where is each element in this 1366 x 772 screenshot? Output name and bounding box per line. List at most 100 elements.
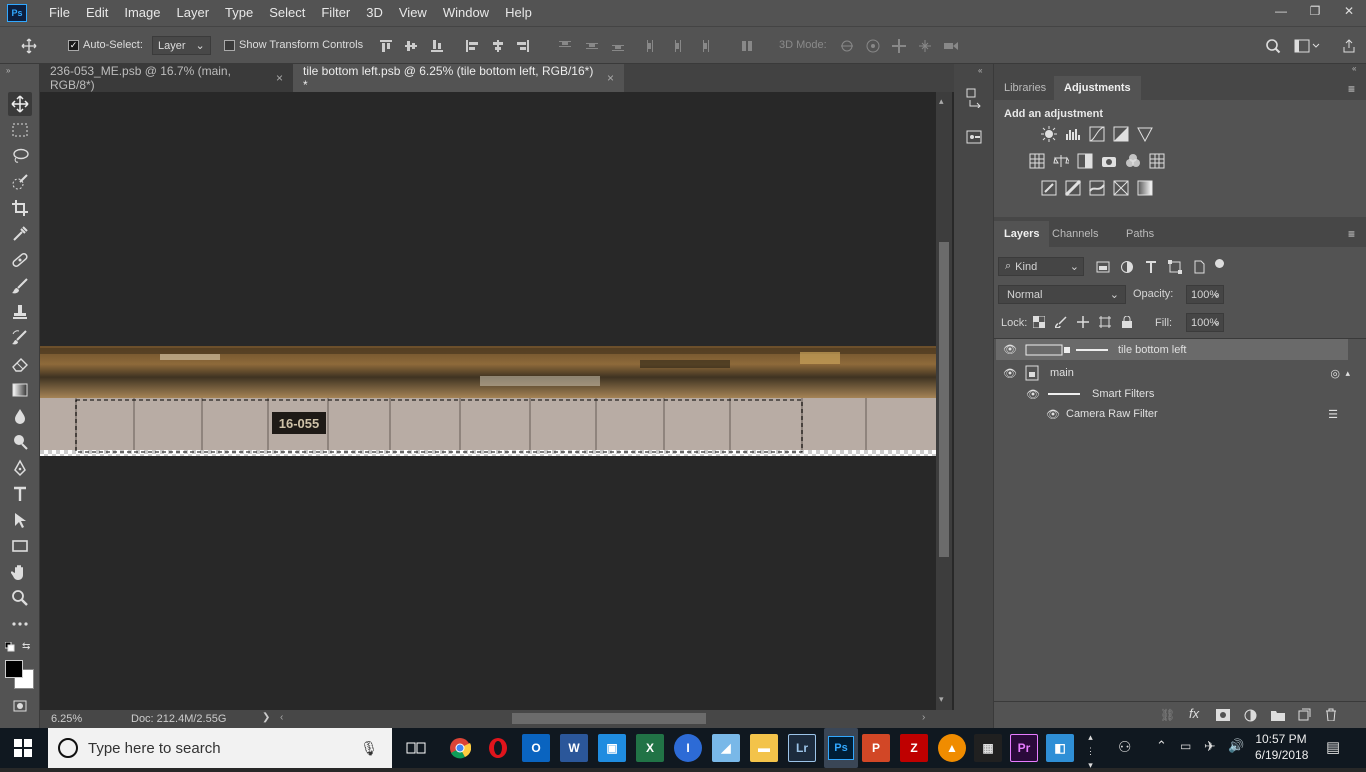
tab-adjustments[interactable]: Adjustments xyxy=(1054,76,1141,100)
gradient-map-icon[interactable] xyxy=(1137,180,1153,196)
expand-dock-icon[interactable]: « xyxy=(978,66,982,75)
airplane-mode-icon[interactable]: ✈ xyxy=(1204,738,1216,755)
menu-filter[interactable]: Filter xyxy=(313,0,358,26)
vlc-app-icon[interactable]: ▲ xyxy=(938,734,966,762)
distribute-bottom-icon[interactable] xyxy=(609,37,627,55)
filter-pixel-icon[interactable] xyxy=(1095,259,1111,275)
action-center-icon[interactable]: ▤ xyxy=(1326,738,1340,756)
hue-saturation-icon[interactable] xyxy=(1029,153,1045,169)
task-view-icon[interactable] xyxy=(402,734,430,762)
tab-document-tile[interactable]: tile bottom left.psb @ 6.25% (tile botto… xyxy=(293,64,624,92)
threshold-icon[interactable] xyxy=(1089,180,1105,196)
notepad-app-icon[interactable]: ▣ xyxy=(598,734,626,762)
hand-tool-icon[interactable] xyxy=(8,560,32,584)
align-hcenter-icon[interactable] xyxy=(489,37,507,55)
new-layer-icon[interactable] xyxy=(1298,708,1311,721)
orbit-3d-icon[interactable] xyxy=(838,37,856,55)
posterize-icon[interactable] xyxy=(1065,180,1081,196)
system-clock[interactable]: 10:57 PM 6/19/2018 xyxy=(1255,731,1308,763)
zoom-level[interactable]: 6.25% xyxy=(51,713,82,725)
opera-app-icon[interactable] xyxy=(484,734,512,762)
photo-filter-icon[interactable] xyxy=(1101,153,1117,169)
move-tool-preset-icon[interactable] xyxy=(20,37,38,55)
black-white-icon[interactable] xyxy=(1077,153,1093,169)
quick-selection-tool-icon[interactable] xyxy=(8,170,32,194)
eyedropper-tool-icon[interactable] xyxy=(8,222,32,246)
file-explorer-icon[interactable]: ▬ xyxy=(750,734,778,762)
lasso-tool-icon[interactable] xyxy=(8,144,32,168)
crop-tool-icon[interactable] xyxy=(8,196,32,220)
layer-filter-dropdown[interactable]: ⌕ Kind ⌄ xyxy=(998,257,1084,276)
blend-mode-dropdown[interactable]: Normal ⌄ xyxy=(998,285,1126,304)
levels-icon[interactable] xyxy=(1065,126,1081,142)
distribute-right-icon[interactable] xyxy=(695,37,713,55)
people-icon[interactable]: ⚇ xyxy=(1118,738,1131,756)
auto-align-icon[interactable] xyxy=(738,37,756,55)
delete-layer-icon[interactable] xyxy=(1325,708,1337,721)
vertical-scrollbar[interactable]: ▴ ▾ xyxy=(936,92,952,710)
collapse-panels-icon[interactable]: « xyxy=(1352,64,1356,73)
menu-image[interactable]: Image xyxy=(116,0,168,26)
excel-app-icon[interactable]: X xyxy=(636,734,664,762)
marquee-tool-icon[interactable] xyxy=(8,118,32,142)
roll-3d-icon[interactable] xyxy=(864,37,882,55)
lock-all-icon[interactable] xyxy=(1119,314,1135,330)
distribute-top-icon[interactable] xyxy=(556,37,574,55)
tab-libraries[interactable]: Libraries xyxy=(994,76,1056,100)
align-left-icon[interactable] xyxy=(463,37,481,55)
tab-channels[interactable]: Channels xyxy=(1042,221,1108,247)
link-layers-icon[interactable]: ⛓ xyxy=(1160,708,1175,722)
menu-view[interactable]: View xyxy=(391,0,435,26)
chrome-app-icon[interactable] xyxy=(446,734,474,762)
invert-icon[interactable] xyxy=(1041,180,1057,196)
new-adjustment-layer-icon[interactable] xyxy=(1244,709,1257,722)
restore-button[interactable]: ❐ xyxy=(1298,0,1332,22)
menu-layer[interactable]: Layer xyxy=(169,0,218,26)
close-tab-icon[interactable]: × xyxy=(276,71,283,85)
workspace-switcher-icon[interactable] xyxy=(1293,37,1321,55)
premiere-app-icon[interactable]: Pr xyxy=(1010,734,1038,762)
share-icon[interactable] xyxy=(1340,37,1358,55)
filter-toggle-switch[interactable] xyxy=(1215,259,1224,268)
eraser-tool-icon[interactable] xyxy=(8,352,32,376)
close-window-button[interactable]: ✕ xyxy=(1332,0,1366,22)
chevron-down-icon[interactable]: ⌄ xyxy=(1212,287,1221,300)
lock-artboard-icon[interactable] xyxy=(1097,314,1113,330)
menu-window[interactable]: Window xyxy=(435,0,497,26)
taskbar-search-box[interactable]: Type here to search 🎙 xyxy=(48,728,392,768)
collapse-toolbar-icon[interactable]: » xyxy=(6,66,10,75)
brush-tool-icon[interactable] xyxy=(8,274,32,298)
distribute-vcenter-icon[interactable] xyxy=(583,37,601,55)
fx-icon[interactable]: fx xyxy=(1189,706,1199,721)
eye-visibility-icon[interactable]: 👁 xyxy=(996,408,1060,421)
default-colors-icon[interactable] xyxy=(5,642,15,652)
filter-smart-object-icon[interactable] xyxy=(1191,259,1207,275)
close-tab-icon[interactable]: × xyxy=(607,71,614,85)
swap-colors-icon[interactable]: ⇆ xyxy=(22,641,34,653)
scroll-down-icon[interactable]: ▾ xyxy=(939,694,944,705)
eye-visibility-icon[interactable]: 👁 xyxy=(1024,388,1042,401)
color-lookup-icon[interactable] xyxy=(1149,153,1165,169)
lock-position-icon[interactable] xyxy=(1075,314,1091,330)
word-app-icon[interactable]: W xyxy=(560,734,588,762)
type-tool-icon[interactable] xyxy=(8,482,32,506)
layer-row-main[interactable]: 👁 main ◎ ▴ xyxy=(996,362,1350,384)
quick-mask-icon[interactable] xyxy=(8,694,32,718)
distribute-hcenter-icon[interactable] xyxy=(669,37,687,55)
smart-filter-indicator-icon[interactable]: ◎ xyxy=(1330,367,1340,380)
foreground-color-swatch[interactable] xyxy=(5,660,23,678)
history-panel-icon[interactable] xyxy=(966,88,982,108)
layers-menu-icon[interactable]: ≡ xyxy=(1348,227,1355,241)
horizontal-scroll-thumb[interactable] xyxy=(512,713,706,724)
minimize-button[interactable]: — xyxy=(1264,0,1298,22)
slide-3d-icon[interactable] xyxy=(916,37,934,55)
photos-app-icon[interactable]: ◢ xyxy=(712,734,740,762)
exposure-icon[interactable] xyxy=(1113,126,1129,142)
chevron-down-icon[interactable]: ⌄ xyxy=(1212,315,1221,328)
eye-visibility-icon[interactable]: 👁 xyxy=(996,367,1024,380)
pan-3d-icon[interactable] xyxy=(890,37,908,55)
filter-shape-icon[interactable] xyxy=(1167,259,1183,275)
filezilla-app-icon[interactable]: Z xyxy=(900,734,928,762)
healing-brush-tool-icon[interactable] xyxy=(8,248,32,272)
show-transform-checkbox[interactable] xyxy=(224,39,235,51)
